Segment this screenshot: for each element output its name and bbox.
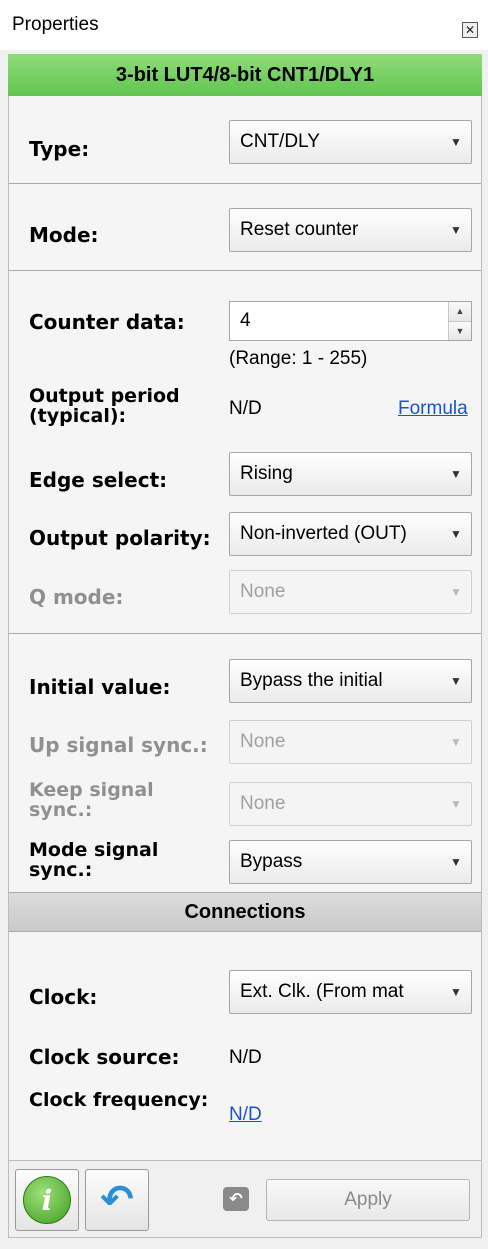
mode-signal-sync-value: Bypass (240, 851, 303, 872)
divider (9, 183, 481, 184)
edge-select-label: Edge select: (29, 468, 168, 492)
mode-signal-sync-label: Mode signal sync.: (29, 839, 159, 881)
revert-icon[interactable]: ↶ (223, 1187, 249, 1211)
edge-select-value: Rising (240, 463, 293, 484)
type-value: CNT/DLY (240, 131, 320, 152)
dropdown-arrow-icon: ▼ (450, 985, 462, 999)
dropdown-arrow-icon: ▼ (450, 223, 462, 237)
undo-icon: ↶ (100, 1178, 134, 1222)
output-period-value: N/D (229, 398, 262, 419)
divider (9, 633, 481, 634)
mode-label: Mode: (29, 223, 99, 247)
clock-frequency-link[interactable]: N/D (229, 1104, 262, 1126)
edge-select-dropdown[interactable]: Rising ▼ (229, 452, 472, 496)
panel-title: Properties (12, 14, 99, 35)
output-polarity-value: Non-inverted (OUT) (240, 523, 407, 544)
clock-source-value: N/D (229, 1047, 262, 1068)
mode-value: Reset counter (240, 219, 359, 240)
q-mode-label: Q mode: (29, 585, 124, 609)
info-button[interactable]: i (15, 1169, 79, 1231)
block-title: 3-bit LUT4/8-bit CNT1/DLY1 (115, 63, 375, 86)
counter-data-range: (Range: 1 - 255) (229, 348, 368, 369)
properties-panel: Properties ✕ 3-bit LUT4/8-bit CNT1/DLY1 … (0, 0, 488, 1249)
output-polarity-label: Output polarity: (29, 526, 211, 550)
undo-button[interactable]: ↶ (85, 1169, 149, 1231)
dropdown-arrow-icon: ▼ (450, 855, 462, 869)
clock-dropdown[interactable]: Ext. Clk. (From mat ▼ (229, 970, 472, 1014)
counter-data-value: 4 (240, 310, 251, 331)
divider (9, 270, 481, 271)
spin-up-icon[interactable]: ▲ (449, 302, 471, 321)
apply-label: Apply (344, 1189, 392, 1210)
q-mode-dropdown[interactable]: None ▼ (229, 570, 472, 614)
mode-dropdown[interactable]: Reset counter ▼ (229, 208, 472, 252)
initial-value-dropdown[interactable]: Bypass the initial ▼ (229, 659, 472, 703)
properties-sections: Type: CNT/DLY ▼ Mode: Reset counter ▼ Co… (8, 96, 482, 1160)
apply-button[interactable]: Apply (266, 1179, 470, 1221)
block-header: 3-bit LUT4/8-bit CNT1/DLY1 (8, 54, 482, 96)
up-signal-sync-dropdown[interactable]: None ▼ (229, 720, 472, 764)
up-signal-sync-label: Up signal sync.: (29, 733, 208, 757)
output-period-label: Output period (typical): (29, 385, 180, 427)
dropdown-arrow-icon: ▼ (450, 585, 462, 599)
type-dropdown[interactable]: CNT/DLY ▼ (229, 120, 472, 164)
dropdown-arrow-icon: ▼ (450, 467, 462, 481)
counter-data-spinbox[interactable]: 4 ▲ ▼ (229, 301, 472, 341)
footer-toolbar: i ↶ ↶ Apply (8, 1160, 482, 1238)
up-signal-sync-value: None (240, 731, 286, 752)
spin-down-icon[interactable]: ▼ (449, 320, 471, 340)
connections-header: Connections (9, 892, 481, 932)
initial-value-label: Initial value: (29, 675, 171, 699)
keep-signal-sync-label: Keep signal sync.: (29, 779, 154, 821)
keep-signal-sync-dropdown[interactable]: None ▼ (229, 782, 472, 826)
initial-value-value: Bypass the initial (240, 670, 383, 691)
connections-title: Connections (184, 900, 306, 923)
close-icon[interactable]: ✕ (462, 22, 478, 38)
clock-frequency-label: Clock frequency: (29, 1089, 209, 1111)
mode-signal-sync-dropdown[interactable]: Bypass ▼ (229, 840, 472, 884)
dropdown-arrow-icon: ▼ (450, 735, 462, 749)
dropdown-arrow-icon: ▼ (450, 135, 462, 149)
dropdown-arrow-icon: ▼ (450, 674, 462, 688)
clock-source-label: Clock source: (29, 1045, 180, 1069)
q-mode-value: None (240, 581, 286, 602)
dropdown-arrow-icon: ▼ (450, 797, 462, 811)
clock-label: Clock: (29, 985, 98, 1009)
clock-value: Ext. Clk. (From mat (240, 981, 404, 1002)
info-icon: i (23, 1176, 71, 1224)
type-label: Type: (29, 137, 90, 161)
output-polarity-dropdown[interactable]: Non-inverted (OUT) ▼ (229, 512, 472, 556)
dropdown-arrow-icon: ▼ (450, 527, 462, 541)
keep-signal-sync-value: None (240, 793, 286, 814)
panel-titlebar: Properties ✕ (0, 0, 488, 50)
counter-data-label: Counter data: (29, 310, 185, 334)
formula-link[interactable]: Formula (398, 398, 468, 420)
